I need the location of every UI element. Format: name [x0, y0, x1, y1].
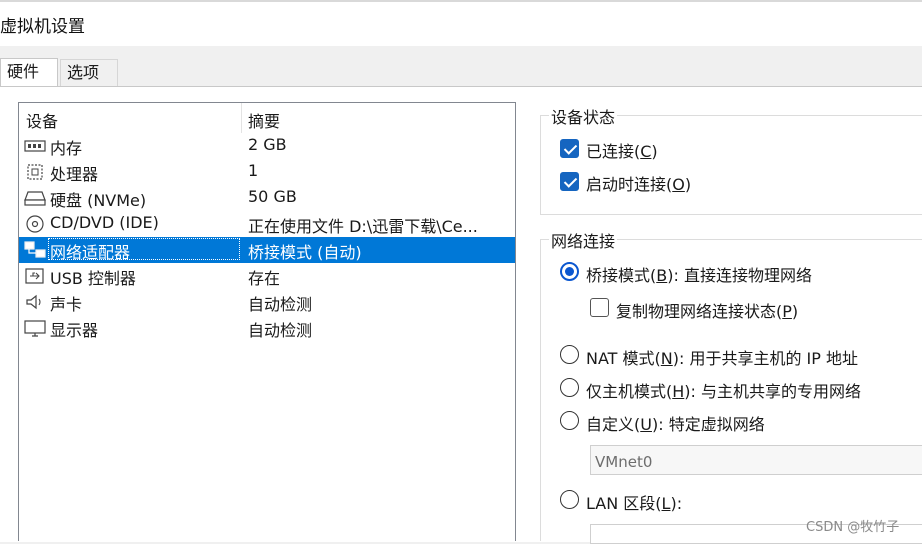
bridged-label[interactable]: 桥接模式(B): 直接连接物理网络 [586, 262, 812, 286]
column-header-summary[interactable]: 摘要 [248, 108, 280, 132]
column-separator[interactable] [241, 103, 242, 133]
title-bar: 虚拟机设置 [0, 2, 922, 46]
device-summary: 2 GB [248, 135, 287, 154]
device-summary: 50 GB [248, 187, 297, 206]
device-list-header: 设备 摘要 [19, 103, 515, 133]
host-only-label[interactable]: 仅主机模式(H): 与主机共享的专用网络 [586, 378, 861, 402]
lan-segment-label[interactable]: LAN 区段(L): [586, 490, 682, 514]
tab-options[interactable]: 选项 [60, 59, 118, 86]
network-connection-title: 网络连接 [549, 228, 618, 252]
device-list[interactable]: 设备 摘要 内存 2 GB 处理器 1 硬盘 (NVMe) 50 GB CD/D… [18, 102, 516, 541]
replicate-physical-state-label[interactable]: 复制物理网络连接状态(P) [616, 298, 798, 322]
device-summary: 正在使用文件 D:\迅雷下载\Ce... [248, 217, 478, 236]
device-row-network-adapter[interactable]: 网络适配器 桥接模式 (自动) [19, 237, 515, 263]
usb-icon [25, 268, 44, 284]
device-row-display[interactable]: 显示器 自动检测 [19, 315, 515, 341]
cd-dvd-icon [26, 215, 44, 233]
watermark: CSDN @牧竹子 [806, 520, 900, 535]
sound-icon [26, 294, 41, 310]
processor-icon [27, 164, 43, 180]
device-name: 硬盘 (NVMe) [50, 191, 147, 210]
device-name: 显示器 [50, 321, 99, 340]
device-summary: 自动检测 [248, 295, 313, 314]
custom-network-select[interactable]: VMnet0 [590, 445, 922, 475]
device-row-memory[interactable]: 内存 2 GB [19, 133, 515, 159]
custom-radio[interactable] [560, 411, 579, 430]
device-name: 内存 [50, 139, 83, 158]
connect-at-power-on-checkbox[interactable] [560, 172, 579, 191]
device-row-cd-dvd[interactable]: CD/DVD (IDE) 正在使用文件 D:\迅雷下载\Ce... [19, 211, 515, 237]
column-header-device[interactable]: 设备 [26, 108, 58, 132]
bridged-radio[interactable] [560, 262, 579, 281]
connect-at-power-on-label[interactable]: 启动时连接(O) [586, 171, 691, 195]
network-adapter-icon [24, 241, 46, 258]
device-row-sound[interactable]: 声卡 自动检测 [19, 289, 515, 315]
device-row-processor[interactable]: 处理器 1 [19, 159, 515, 185]
device-name: USB 控制器 [50, 269, 136, 288]
nat-label[interactable]: NAT 模式(N): 用于共享主机的 IP 地址 [586, 345, 858, 369]
device-summary: 桥接模式 (自动) [248, 243, 362, 262]
custom-label[interactable]: 自定义(U): 特定虚拟网络 [586, 411, 765, 435]
device-name: CD/DVD (IDE) [50, 213, 159, 232]
window-title: 虚拟机设置 [0, 17, 85, 37]
connected-checkbox[interactable] [560, 139, 579, 158]
nat-radio[interactable] [560, 345, 579, 364]
device-name: 声卡 [50, 295, 83, 314]
device-status-title: 设备状态 [549, 104, 618, 128]
memory-icon [24, 140, 46, 152]
lan-segment-radio[interactable] [560, 490, 579, 509]
device-summary: 存在 [248, 269, 281, 288]
device-name: 网络适配器 [50, 243, 131, 262]
device-name: 处理器 [50, 165, 99, 184]
hard-disk-icon [24, 191, 46, 206]
device-row-hard-disk[interactable]: 硬盘 (NVMe) 50 GB [19, 185, 515, 211]
device-summary: 自动检测 [248, 321, 313, 340]
display-icon [24, 320, 46, 337]
replicate-physical-state-checkbox[interactable] [590, 298, 609, 317]
connected-label[interactable]: 已连接(C) [586, 138, 658, 162]
device-status-group: 设备状态 [540, 104, 922, 215]
device-summary: 1 [248, 161, 259, 180]
tab-hardware[interactable]: 硬件 [0, 58, 58, 87]
host-only-radio[interactable] [560, 378, 579, 397]
device-row-usb[interactable]: USB 控制器 存在 [19, 263, 515, 289]
